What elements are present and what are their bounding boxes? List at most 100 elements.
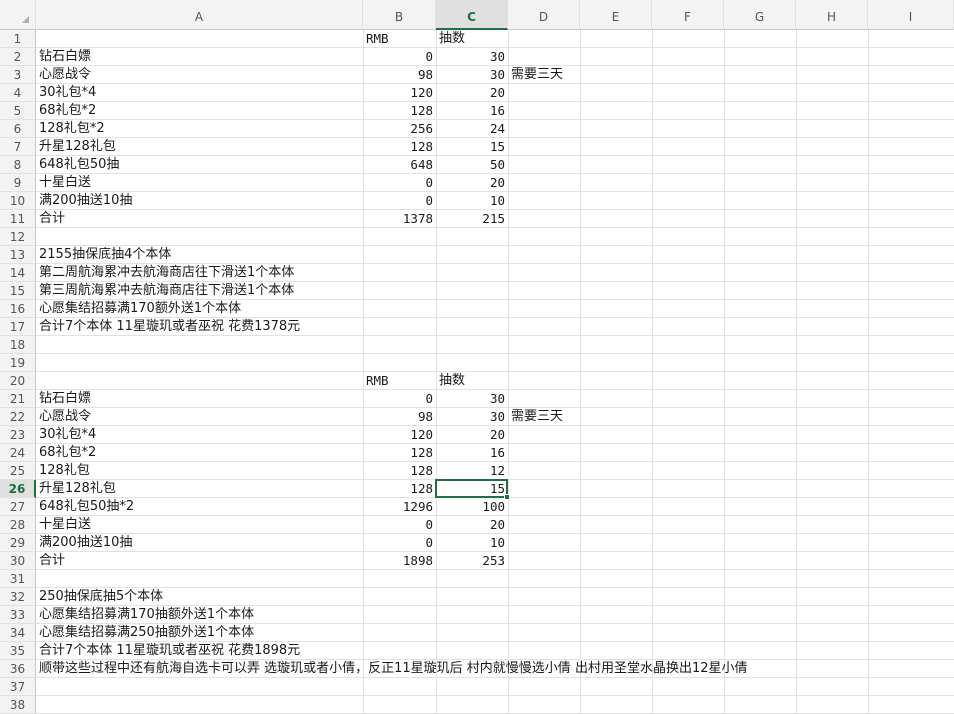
cell-a28[interactable]: 十星白送 xyxy=(36,516,91,534)
select-all-corner[interactable] xyxy=(0,0,36,30)
cell-a26[interactable]: 升星128礼包 xyxy=(36,480,116,498)
cell-c21[interactable]: 30 xyxy=(436,390,508,408)
cell-b20[interactable]: RMB xyxy=(363,372,389,390)
cell-a13[interactable]: 2155抽保底抽4个本体 xyxy=(36,246,171,264)
row-header-18[interactable]: 18 xyxy=(0,336,36,354)
cell-c11[interactable]: 215 xyxy=(436,210,508,228)
row-header-9[interactable]: 9 xyxy=(0,174,36,192)
row-header-17[interactable]: 17 xyxy=(0,318,36,336)
row-header-30[interactable]: 30 xyxy=(0,552,36,570)
cell-b21[interactable]: 0 xyxy=(363,390,436,408)
row-header-13[interactable]: 13 xyxy=(0,246,36,264)
cell-b22[interactable]: 98 xyxy=(363,408,436,426)
cell-a14[interactable]: 第二周航海累冲去航海商店往下滑送1个本体 xyxy=(36,264,294,282)
cell-b5[interactable]: 128 xyxy=(363,102,436,120)
row-header-33[interactable]: 33 xyxy=(0,606,36,624)
cell-b1[interactable]: RMB xyxy=(363,30,389,48)
cell-b6[interactable]: 256 xyxy=(363,120,436,138)
cell-c24[interactable]: 16 xyxy=(436,444,508,462)
row-header-36[interactable]: 36 xyxy=(0,660,36,678)
cell-c5[interactable]: 16 xyxy=(436,102,508,120)
column-header-a[interactable]: A xyxy=(36,0,363,30)
row-header-23[interactable]: 23 xyxy=(0,426,36,444)
cell-c4[interactable]: 20 xyxy=(436,84,508,102)
row-header-1[interactable]: 1 xyxy=(0,30,36,48)
row-header-2[interactable]: 2 xyxy=(0,48,36,66)
row-header-16[interactable]: 16 xyxy=(0,300,36,318)
row-header-29[interactable]: 29 xyxy=(0,534,36,552)
cell-b11[interactable]: 1378 xyxy=(363,210,436,228)
cell-a23[interactable]: 30礼包*4 xyxy=(36,426,96,444)
cell-a32[interactable]: 250抽保底抽5个本体 xyxy=(36,588,163,606)
spreadsheet-grid[interactable]: A B C D E F G H I 1 RMB 抽数 2 钻石白嫖 0 30 3 心愿战令 98 30 需要三天 4 30礼… xyxy=(0,0,954,714)
cell-b30[interactable]: 1898 xyxy=(363,552,436,570)
cell-b3[interactable]: 98 xyxy=(363,66,436,84)
cell-a34[interactable]: 心愿集结招募满250抽额外送1个本体 xyxy=(36,624,254,642)
cell-a29[interactable]: 满200抽送10抽 xyxy=(36,534,132,552)
cell-d22[interactable]: 需要三天 xyxy=(508,408,563,426)
cell-a2[interactable]: 钻石白嫖 xyxy=(36,48,91,66)
row-header-38[interactable]: 38 xyxy=(0,696,36,714)
row-header-15[interactable]: 15 xyxy=(0,282,36,300)
column-header-g[interactable]: G xyxy=(724,0,796,30)
column-header-e[interactable]: E xyxy=(580,0,652,30)
row-header-28[interactable]: 28 xyxy=(0,516,36,534)
row-header-3[interactable]: 3 xyxy=(0,66,36,84)
row-header-27[interactable]: 27 xyxy=(0,498,36,516)
cell-a11[interactable]: 合计 xyxy=(36,210,65,228)
row-header-5[interactable]: 5 xyxy=(0,102,36,120)
cell-c3[interactable]: 30 xyxy=(436,66,508,84)
cell-c27[interactable]: 100 xyxy=(436,498,508,516)
row-header-4[interactable]: 4 xyxy=(0,84,36,102)
cell-c22[interactable]: 30 xyxy=(436,408,508,426)
cell-a10[interactable]: 满200抽送10抽 xyxy=(36,192,132,210)
row-header-12[interactable]: 12 xyxy=(0,228,36,246)
row-header-20[interactable]: 20 xyxy=(0,372,36,390)
row-header-7[interactable]: 7 xyxy=(0,138,36,156)
cell-a9[interactable]: 十星白送 xyxy=(36,174,91,192)
cell-b2[interactable]: 0 xyxy=(363,48,436,66)
cell-c28[interactable]: 20 xyxy=(436,516,508,534)
cell-c30[interactable]: 253 xyxy=(436,552,508,570)
row-header-19[interactable]: 19 xyxy=(0,354,36,372)
cell-a22[interactable]: 心愿战令 xyxy=(36,408,91,426)
cell-c29[interactable]: 10 xyxy=(436,534,508,552)
cell-a6[interactable]: 128礼包*2 xyxy=(36,120,105,138)
column-header-c[interactable]: C xyxy=(436,0,508,30)
cell-a4[interactable]: 30礼包*4 xyxy=(36,84,96,102)
cell-a33[interactable]: 心愿集结招募满170抽额外送1个本体 xyxy=(36,606,254,624)
column-header-d[interactable]: D xyxy=(508,0,580,30)
fill-handle[interactable] xyxy=(504,494,510,500)
row-header-14[interactable]: 14 xyxy=(0,264,36,282)
cell-c9[interactable]: 20 xyxy=(436,174,508,192)
row-header-8[interactable]: 8 xyxy=(0,156,36,174)
cell-d3[interactable]: 需要三天 xyxy=(508,66,563,84)
cell-a3[interactable]: 心愿战令 xyxy=(36,66,91,84)
cell-a8[interactable]: 648礼包50抽 xyxy=(36,156,119,174)
cell-a7[interactable]: 升星128礼包 xyxy=(36,138,116,156)
column-header-h[interactable]: H xyxy=(796,0,868,30)
row-header-25[interactable]: 25 xyxy=(0,462,36,480)
row-header-24[interactable]: 24 xyxy=(0,444,36,462)
row-header-11[interactable]: 11 xyxy=(0,210,36,228)
cell-a24[interactable]: 68礼包*2 xyxy=(36,444,96,462)
cell-c26[interactable]: 15 xyxy=(436,480,508,498)
row-header-32[interactable]: 32 xyxy=(0,588,36,606)
column-header-i[interactable]: I xyxy=(868,0,954,30)
cell-c25[interactable]: 12 xyxy=(436,462,508,480)
row-header-35[interactable]: 35 xyxy=(0,642,36,660)
cell-c8[interactable]: 50 xyxy=(436,156,508,174)
cell-a16[interactable]: 心愿集结招募满170额外送1个本体 xyxy=(36,300,241,318)
cell-a15[interactable]: 第三周航海累冲去航海商店往下滑送1个本体 xyxy=(36,282,294,300)
cell-b8[interactable]: 648 xyxy=(363,156,436,174)
cell-a17[interactable]: 合计7个本体 11星璇玑或者巫祝 花费1378元 xyxy=(36,318,300,336)
cell-b4[interactable]: 120 xyxy=(363,84,436,102)
cell-b28[interactable]: 0 xyxy=(363,516,436,534)
cell-c7[interactable]: 15 xyxy=(436,138,508,156)
row-header-22[interactable]: 22 xyxy=(0,408,36,426)
cell-c23[interactable]: 20 xyxy=(436,426,508,444)
cell-b27[interactable]: 1296 xyxy=(363,498,436,516)
cell-a21[interactable]: 钻石白嫖 xyxy=(36,390,91,408)
cell-b29[interactable]: 0 xyxy=(363,534,436,552)
row-header-21[interactable]: 21 xyxy=(0,390,36,408)
